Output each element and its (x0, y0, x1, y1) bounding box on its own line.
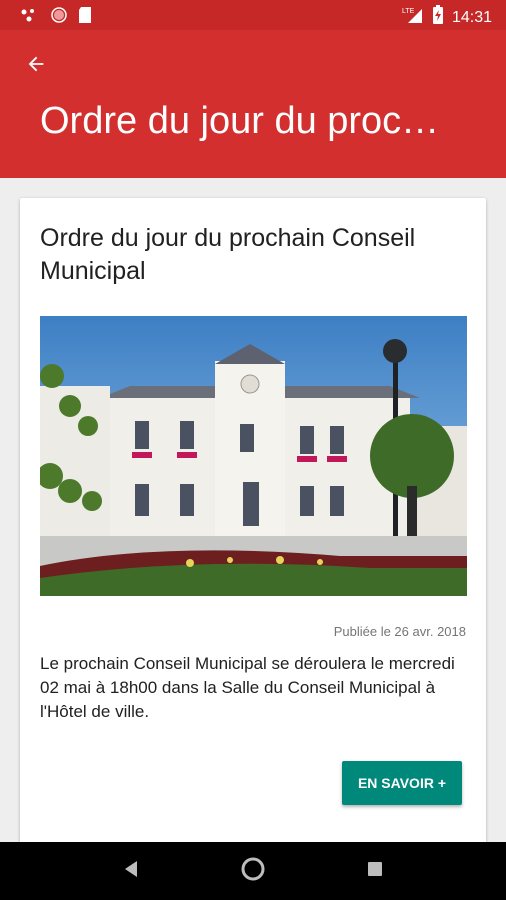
notification-dots-icon (20, 7, 40, 28)
arrow-back-icon (25, 53, 47, 80)
status-time: 14:31 (451, 8, 492, 26)
article-image (40, 316, 467, 596)
battery-icon (432, 5, 444, 30)
sd-card-icon (78, 6, 92, 29)
article-body: Le prochain Conseil Municipal se déroule… (40, 654, 455, 721)
publication-date: Publiée le 26 avr. 2018 (333, 624, 466, 639)
record-icon (50, 6, 68, 29)
article-title: Ordre du jour du prochain Conseil Munici… (40, 224, 416, 285)
signal-icon: LTE (402, 6, 424, 29)
nav-home-button[interactable] (233, 851, 273, 891)
nav-back-button[interactable] (111, 851, 151, 891)
nav-back-icon (122, 859, 140, 884)
article-card: Ordre du jour du prochain Conseil Munici… (20, 198, 486, 858)
status-right-icons: LTE 14:31 (402, 5, 492, 30)
svg-text:LTE: LTE (402, 8, 415, 15)
nav-recents-button[interactable] (355, 851, 395, 891)
status-bar: LTE 14:31 (0, 0, 506, 30)
nav-recents-icon (366, 860, 384, 883)
back-button[interactable] (16, 46, 56, 86)
status-left-icons (20, 6, 92, 29)
learn-more-button[interactable]: EN SAVOIR + (342, 761, 462, 805)
nav-home-icon (240, 856, 266, 887)
app-bar: Ordre du jour du proc… (0, 30, 506, 178)
system-nav-bar (0, 842, 506, 900)
page-title: Ordre du jour du proc… (40, 100, 440, 142)
